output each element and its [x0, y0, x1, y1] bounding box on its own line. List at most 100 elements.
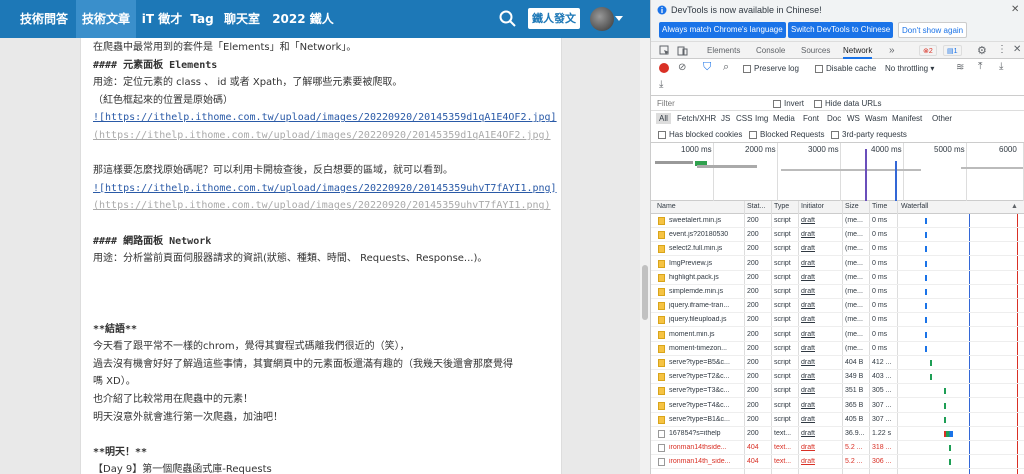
- post-article-button[interactable]: 鐵人發文: [528, 8, 580, 29]
- type-font[interactable]: Font: [803, 114, 819, 123]
- disable-cache-checkbox[interactable]: Disable cache: [815, 63, 876, 75]
- cell-initiator[interactable]: draft: [801, 402, 841, 409]
- close-devtools-icon[interactable]: ✕: [1013, 44, 1021, 55]
- markdown-editor[interactable]: 在爬蟲中最常用到的套件是「Elements」和「Network」。 #### 元素…: [80, 38, 562, 474]
- inspect-icon[interactable]: [659, 45, 670, 56]
- filter-icon[interactable]: ⛉: [703, 61, 711, 74]
- wifi-icon[interactable]: ≋: [956, 62, 964, 73]
- nav-tag[interactable]: Tag: [188, 0, 216, 38]
- table-row[interactable]: 167854?s=ithelp 200 text... draft 36.9... 1.2…: [651, 427, 1024, 441]
- clear-icon[interactable]: ⊘: [678, 62, 686, 73]
- type-js[interactable]: JS: [721, 114, 730, 123]
- cell-initiator[interactable]: draft: [801, 373, 841, 380]
- has-blocked-cookies-checkbox[interactable]: Has blocked cookies: [658, 129, 742, 141]
- more-vert-icon[interactable]: ⋮: [997, 44, 1007, 55]
- third-party-checkbox[interactable]: 3rd-party requests: [831, 129, 907, 141]
- close-icon[interactable]: ✕: [1011, 4, 1019, 15]
- network-overview[interactable]: 1000 ms 2000 ms 3000 ms 4000 ms 5000 ms …: [651, 143, 1024, 201]
- nav-qa[interactable]: 技術問答: [14, 0, 74, 38]
- tab-network[interactable]: Network: [843, 42, 873, 59]
- table-row[interactable]: simplemde.min.js 200 script draft (me... 0 ms: [651, 285, 1024, 299]
- table-row[interactable]: moment.min.js 200 script draft (me... 0 ms: [651, 328, 1024, 342]
- invert-checkbox[interactable]: Invert: [773, 98, 804, 110]
- hide-data-urls-checkbox[interactable]: Hide data URLs: [814, 98, 881, 110]
- cell-initiator[interactable]: draft: [801, 231, 841, 238]
- table-row[interactable]: jquery.fileupload.js 200 script draft (me...…: [651, 313, 1024, 328]
- table-row[interactable]: serve?type=T2&c... 200 script draft 349 B 403…: [651, 370, 1024, 385]
- cell-initiator[interactable]: draft: [801, 316, 841, 323]
- col-time[interactable]: Time: [872, 203, 887, 210]
- type-img[interactable]: Img: [755, 114, 768, 123]
- cell-initiator[interactable]: draft: [801, 245, 841, 252]
- error-badge[interactable]: ⊗2: [919, 45, 937, 56]
- match-language-button[interactable]: Always match Chrome's language: [659, 22, 786, 38]
- cell-initiator[interactable]: draft: [801, 260, 841, 267]
- type-other[interactable]: Other: [932, 114, 952, 123]
- preserve-log-checkbox[interactable]: Preserve log: [743, 63, 799, 75]
- nav-jobs[interactable]: iT 徵才: [138, 0, 186, 38]
- table-row[interactable]: jquery.iframe-tran... 200 script draft (me..…: [651, 299, 1024, 314]
- switch-chinese-button[interactable]: Switch DevTools to Chinese: [788, 22, 894, 38]
- table-row[interactable]: sweetalert.min.js 200 script draft (me... 0 m…: [651, 214, 1024, 228]
- type-manifest[interactable]: Manifest: [892, 114, 922, 123]
- more-tabs-icon[interactable]: »: [889, 42, 895, 59]
- cell-initiator[interactable]: draft: [801, 302, 841, 309]
- search-icon[interactable]: ⌕: [723, 61, 729, 74]
- type-media[interactable]: Media: [773, 114, 795, 123]
- nav-articles[interactable]: 技術文章: [76, 0, 136, 38]
- table-row[interactable]: serve?type=B5&c... 200 script draft 404 B 412…: [651, 356, 1024, 370]
- download-icon[interactable]: ⤓: [999, 61, 1003, 72]
- sort-icon[interactable]: ▲: [1011, 203, 1018, 210]
- throttling-select[interactable]: No throttling ▾: [885, 63, 934, 75]
- col-size[interactable]: Size: [845, 203, 859, 210]
- col-initiator[interactable]: Initiator: [801, 203, 824, 210]
- tab-sources[interactable]: Sources: [801, 42, 830, 59]
- gear-icon[interactable]: ⚙: [977, 44, 987, 57]
- table-row[interactable]: event.js?20180530 200 script draft (me... 0 m…: [651, 228, 1024, 243]
- type-doc[interactable]: Doc: [827, 114, 841, 123]
- tab-console[interactable]: Console: [756, 42, 785, 59]
- col-name[interactable]: Name: [657, 203, 676, 210]
- cell-initiator[interactable]: draft: [801, 444, 841, 451]
- cell-initiator[interactable]: draft: [801, 217, 841, 224]
- cell-initiator[interactable]: draft: [801, 288, 841, 295]
- device-toolbar-icon[interactable]: [677, 45, 688, 56]
- filter-input[interactable]: [657, 98, 762, 109]
- table-row[interactable]: ironman14th_side... 404 text... draft 5.2 ..…: [651, 455, 1024, 470]
- table-row[interactable]: ImgPreview.js 200 script draft (me... 0 ms: [651, 257, 1024, 271]
- tab-elements[interactable]: Elements: [707, 42, 740, 59]
- table-row[interactable]: ironman14thside... 404 text... draft 5.2 ...…: [651, 441, 1024, 456]
- avatar[interactable]: [590, 7, 614, 31]
- col-waterfall[interactable]: Waterfall: [901, 203, 928, 210]
- type-wasm[interactable]: Wasm: [865, 114, 887, 123]
- cell-initiator[interactable]: draft: [801, 387, 841, 394]
- record-icon[interactable]: [659, 63, 669, 73]
- col-type[interactable]: Type: [774, 203, 789, 210]
- type-ws[interactable]: WS: [847, 114, 860, 123]
- table-row[interactable]: select2.full.min.js 200 script draft (me... 0…: [651, 242, 1024, 257]
- type-css[interactable]: CSS: [736, 114, 752, 123]
- cell-initiator[interactable]: draft: [801, 416, 841, 423]
- chevron-down-icon[interactable]: [615, 16, 623, 21]
- cell-initiator[interactable]: draft: [801, 430, 841, 437]
- nav-ironman[interactable]: 2022 鐵人賽: [268, 0, 338, 64]
- type-fetch-xhr[interactable]: Fetch/XHR: [677, 114, 716, 123]
- scrollbar-thumb[interactable]: [642, 265, 648, 320]
- cell-initiator[interactable]: draft: [801, 345, 841, 352]
- table-row[interactable]: serve?type=T4&c... 200 script draft 365 B 307…: [651, 399, 1024, 413]
- table-row[interactable]: serve?type=B1&c... 200 script draft 405 B 307…: [651, 413, 1024, 427]
- cell-initiator[interactable]: draft: [801, 331, 841, 338]
- cell-initiator[interactable]: draft: [801, 274, 841, 281]
- type-all[interactable]: All: [656, 113, 671, 124]
- nav-chatroom[interactable]: 聊天室: [220, 0, 264, 38]
- cell-initiator[interactable]: draft: [801, 458, 841, 465]
- upload-icon[interactable]: ⤒: [978, 61, 982, 72]
- message-badge[interactable]: ▤1: [943, 45, 962, 56]
- blocked-requests-checkbox[interactable]: Blocked Requests: [749, 129, 824, 141]
- table-row[interactable]: moment-timezon... 200 script draft (me... 0 m…: [651, 342, 1024, 356]
- table-row[interactable]: serve?type=T3&c... 200 script draft 351 B 305…: [651, 384, 1024, 399]
- table-row[interactable]: highlight.pack.js 200 script draft (me... 0 m…: [651, 271, 1024, 285]
- col-status[interactable]: Stat...: [747, 203, 765, 210]
- export-har-icon[interactable]: ⤓: [659, 79, 663, 90]
- dont-show-again-button[interactable]: Don't show again: [898, 22, 968, 38]
